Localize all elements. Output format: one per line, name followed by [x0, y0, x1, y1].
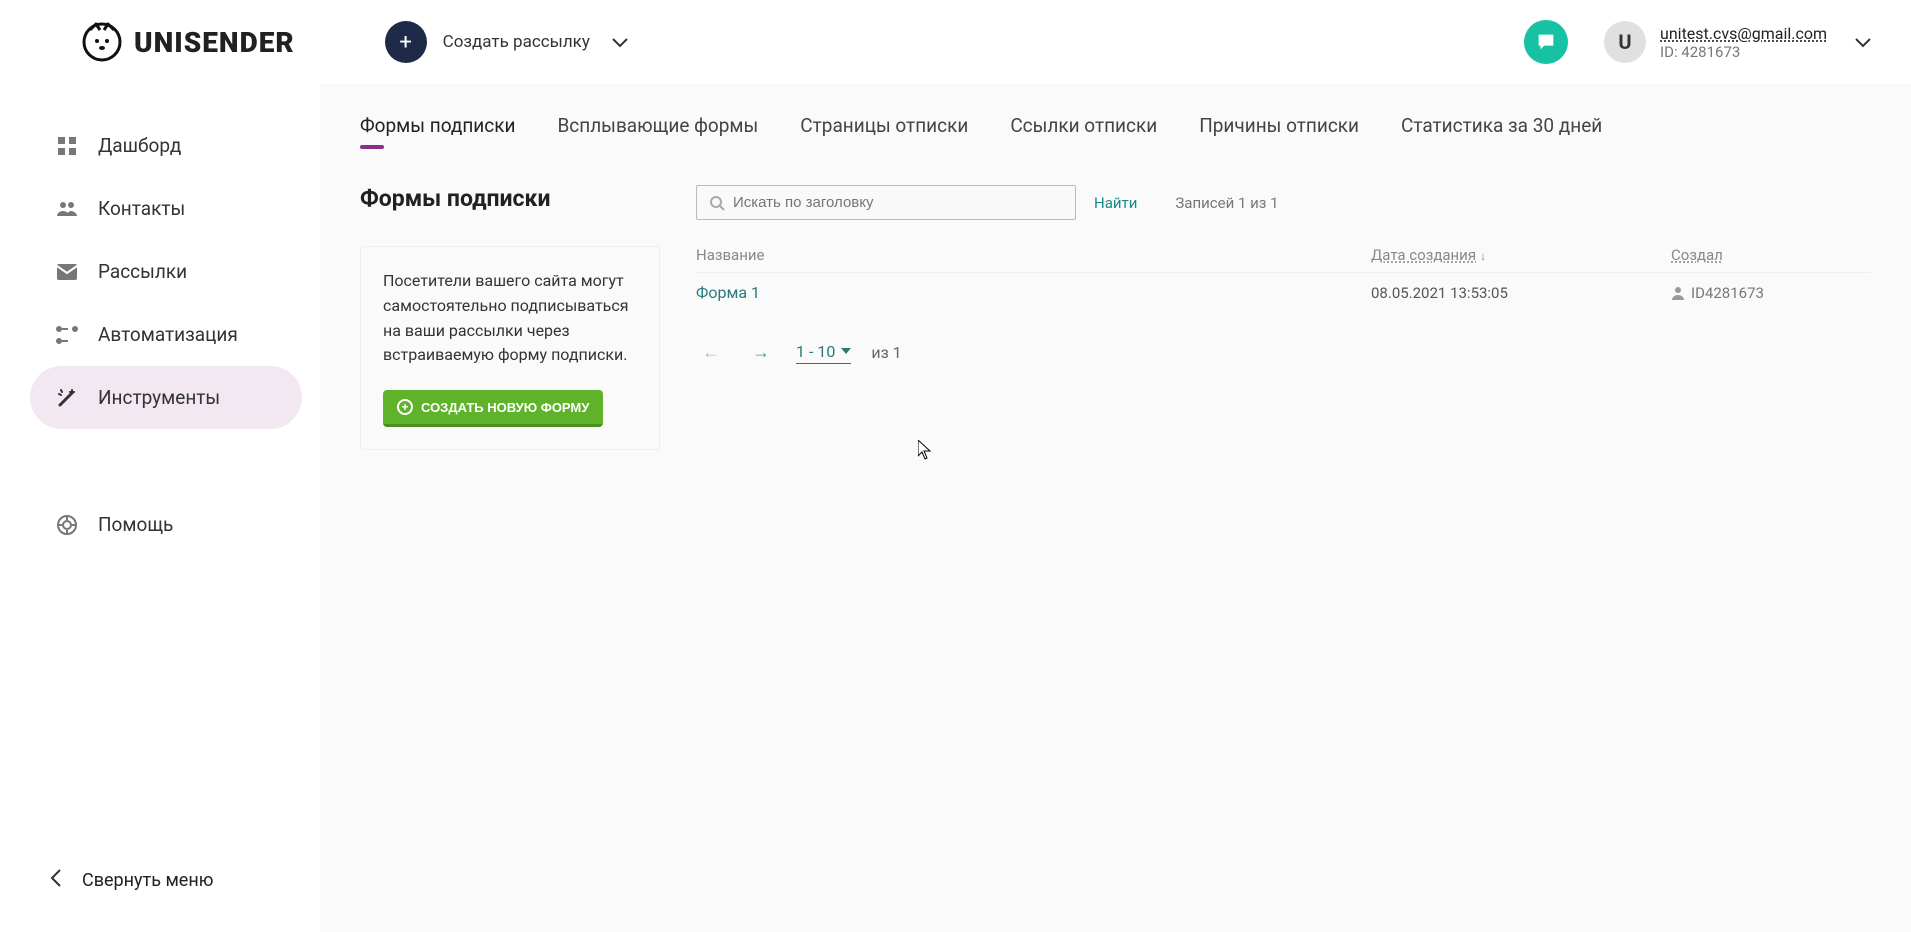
tab-subscription-forms[interactable]: Формы подписки [360, 114, 515, 145]
collapse-label: Свернуть меню [82, 870, 213, 891]
help-icon [56, 514, 78, 536]
search-box [696, 185, 1076, 220]
chevron-left-icon [50, 869, 62, 892]
people-icon [56, 198, 78, 220]
sidebar-item-automation[interactable]: Автоматизация [30, 303, 302, 366]
sidebar-item-contacts[interactable]: Контакты [30, 177, 302, 240]
records-count: Записей 1 из 1 [1175, 194, 1278, 212]
plus-icon: + [385, 21, 427, 63]
user-menu[interactable]: U unitest.cvs@gmail.com ID: 4281673 [1604, 21, 1871, 63]
form-link[interactable]: Форма 1 [696, 283, 760, 302]
pager-prev-button[interactable]: ← [696, 338, 726, 367]
page-title: Формы подписки [360, 185, 660, 212]
mail-icon [56, 261, 78, 283]
create-campaign-button[interactable]: + Создать рассылку [385, 21, 628, 63]
logo[interactable]: UNISENDER [80, 20, 295, 64]
tab-unsubscribe-pages[interactable]: Страницы отписки [800, 114, 968, 145]
tab-unsubscribe-links[interactable]: Ссылки отписки [1010, 114, 1157, 145]
description-box: Посетители вашего сайта могут самостояте… [360, 246, 660, 450]
plus-circle-icon: + [397, 399, 413, 415]
column-header-name: Название [696, 246, 1371, 264]
create-new-form-button[interactable]: + СОЗДАТЬ НОВУЮ ФОРМУ [383, 390, 603, 427]
wand-icon [56, 387, 78, 409]
sidebar-item-label: Автоматизация [98, 323, 238, 346]
pager: ← → 1 - 10 из 1 [696, 338, 1871, 367]
sidebar: Дашборд Контакты Рассылки Автоматизация … [0, 84, 320, 932]
column-header-created[interactable]: Дата создания↓ [1371, 246, 1671, 264]
grid-icon [56, 135, 78, 157]
header: UNISENDER + Создать рассылку U unitest.c… [0, 0, 1911, 84]
sidebar-item-help[interactable]: Помощь [30, 493, 302, 556]
tabs: Формы подписки Всплывающие формы Страниц… [360, 114, 1871, 145]
sidebar-item-tools[interactable]: Инструменты [30, 366, 302, 429]
search-button[interactable]: Найти [1094, 194, 1137, 212]
flow-icon [56, 324, 78, 346]
chevron-down-icon [1855, 33, 1871, 52]
create-campaign-label: Создать рассылку [443, 32, 590, 52]
brand-name: UNISENDER [134, 26, 295, 59]
pager-next-button[interactable]: → [746, 338, 776, 367]
forms-table: Название Дата создания↓ Создал Форма 1 0… [696, 238, 1871, 312]
sidebar-item-label: Контакты [98, 197, 185, 220]
chat-icon [1535, 31, 1557, 53]
form-author: ID4281673 [1671, 284, 1871, 302]
caret-down-icon [841, 348, 851, 354]
chat-button[interactable] [1524, 20, 1568, 64]
logo-icon [80, 20, 124, 64]
sidebar-item-label: Дашборд [98, 134, 181, 157]
search-input[interactable] [733, 194, 1063, 211]
sidebar-item-label: Рассылки [98, 260, 187, 283]
search-icon [709, 195, 725, 211]
user-email: unitest.cvs@gmail.com [1660, 24, 1827, 43]
tab-stats-30d[interactable]: Статистика за 30 дней [1401, 114, 1602, 145]
chevron-down-icon [612, 33, 628, 52]
sidebar-item-label: Инструменты [98, 386, 220, 409]
avatar: U [1604, 21, 1646, 63]
form-created-date: 08.05.2021 13:53:05 [1371, 284, 1671, 302]
pager-range-dropdown[interactable]: 1 - 10 [796, 342, 851, 364]
create-new-form-label: СОЗДАТЬ НОВУЮ ФОРМУ [421, 400, 589, 415]
sidebar-item-label: Помощь [98, 513, 173, 536]
pager-total: из 1 [871, 343, 901, 362]
main: Формы подписки Всплывающие формы Страниц… [320, 84, 1911, 932]
tab-unsubscribe-reasons[interactable]: Причины отписки [1199, 114, 1359, 145]
user-id: ID: 4281673 [1660, 43, 1827, 61]
sidebar-item-dashboard[interactable]: Дашборд [30, 114, 302, 177]
collapse-menu-button[interactable]: Свернуть меню [50, 869, 213, 892]
sidebar-item-campaigns[interactable]: Рассылки [30, 240, 302, 303]
table-row: Форма 1 08.05.2021 13:53:05 ID4281673 [696, 273, 1871, 312]
tab-popup-forms[interactable]: Всплывающие формы [557, 114, 758, 145]
description-text: Посетители вашего сайта могут самостояте… [383, 269, 637, 368]
column-header-author[interactable]: Создал [1671, 246, 1871, 264]
sort-desc-icon: ↓ [1480, 249, 1486, 263]
user-icon [1671, 286, 1685, 300]
